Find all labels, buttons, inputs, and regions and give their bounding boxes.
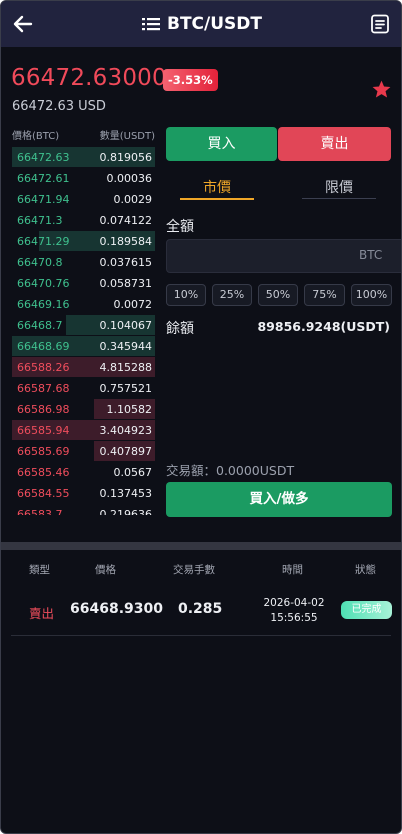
document-icon[interactable] [369,13,391,35]
sell-order-price: 66586.98 [17,403,70,416]
last-price: 66472.63000 [11,65,167,91]
sell-order-qty: 1.10582 [106,403,153,416]
history-price: 66468.9300 [70,601,163,617]
buy-order-row[interactable]: 66468.69 0.345944 [12,336,155,357]
history-header-time: 時間 [282,564,303,576]
history-lots: 0.285 [178,601,223,617]
history-date: 2026-04-02 [263,597,325,609]
sell-order-price: 66587.68 [17,382,70,395]
tab-market[interactable]: 市價 [180,177,254,197]
buy-order-price: 66472.61 [17,172,70,185]
amount-label: 全額 [166,219,194,235]
buy-order-qty: 0.074122 [99,214,153,227]
buy-order-qty: 0.0072 [113,298,153,311]
buy-order-row[interactable]: 66471.3 0.074122 [12,210,155,231]
buy-order-qty: 0.00036 [106,172,153,185]
history-row[interactable]: 賣出 66468.9300 0.285 2026-04-02 15:56:55 … [1,589,401,635]
buy-order-qty: 0.0029 [113,193,153,206]
sell-order-row[interactable]: 66585.69 0.407897 [12,441,155,462]
buy-order-row[interactable]: 66469.16 0.0072 [12,294,155,315]
buy-order-price: 66470.76 [17,277,70,290]
buy-order-row[interactable]: 66470.8 0.037615 [12,252,155,273]
buy-order-price: 66468.7 [17,319,63,332]
orderbook: 66472.63 0.819056 66472.61 0.00036 66471.94 0… [12,147,155,515]
percent-button-50[interactable]: 50% [258,284,298,306]
history-header-price: 價格 [95,564,116,576]
sell-order-price: 66583.7 [17,508,63,515]
buy-order-price: 66469.16 [17,298,70,311]
buy-order-qty: 0.189584 [99,235,153,248]
top-bar: BTC/USDT [1,1,401,47]
status-badge: 已完成 [341,601,392,619]
buy-order-qty: 0.058731 [99,277,153,290]
sell-order-qty: 3.404923 [99,424,153,437]
change-badge: -3.53% [163,69,218,91]
percent-button-75[interactable]: 75% [304,284,345,306]
sell-order-price: 66584.55 [17,487,70,500]
buy-order-price: 66470.8 [17,256,63,269]
sell-order-row[interactable]: 66585.46 0.0567 [12,462,155,483]
sell-order-row[interactable]: 66585.94 3.404923 [12,420,155,441]
usd-price: 66472.63 USD [12,99,106,114]
history-row-divider [11,635,391,636]
balance-value: 89856.9248(USDT) [257,319,390,334]
buy-order-row[interactable]: 66468.7 0.104067 [12,315,155,336]
tab-market-underline [180,198,254,200]
percent-button-10[interactable]: 10% [166,284,206,306]
sell-order-row[interactable]: 66583.7 0.219636 [12,504,155,515]
buy-order-row[interactable]: 66471.94 0.0029 [12,189,155,210]
buy-order-qty: 0.037615 [99,256,153,269]
pair-title[interactable]: BTC/USDT [1,1,401,47]
history-type: 賣出 [29,606,55,621]
buy-order-price: 66471.94 [17,193,70,206]
sell-tab-button[interactable]: 賣出 [278,127,391,161]
buy-order-row[interactable]: 66471.29 0.189584 [12,231,155,252]
submit-order-button[interactable]: 買入/做多 [166,482,392,517]
percent-button-25[interactable]: 25% [212,284,252,306]
buy-order-row[interactable]: 66472.63 0.819056 [12,147,155,168]
sell-order-price: 66588.26 [17,361,70,374]
star-icon[interactable] [371,79,392,100]
balance-label: 餘額 [166,321,194,337]
sell-order-price: 66585.46 [17,466,70,479]
sell-order-qty: 0.407897 [99,445,153,458]
history-header-status: 狀態 [355,564,376,576]
trade-amount: 交易額：0.0000USDT [166,463,295,478]
orderbook-qty-header: 數量(USDT) [99,131,155,142]
history-time: 15:56:55 [270,612,318,624]
sell-order-qty: 4.815288 [99,361,153,374]
buy-order-qty: 0.104067 [99,319,153,332]
buy-order-price: 66468.69 [17,340,70,353]
buy-order-price: 66471.29 [17,235,70,248]
sell-order-row[interactable]: 66586.98 1.10582 [12,399,155,420]
sell-order-price: 66585.69 [17,445,70,458]
sell-order-qty: 0.137453 [99,487,153,500]
buy-order-qty: 0.819056 [99,151,153,164]
sell-order-row[interactable]: 66588.26 4.815288 [12,357,155,378]
buy-order-qty: 0.345944 [99,340,153,353]
sell-order-row[interactable]: 66587.68 0.757521 [12,378,155,399]
page-title: BTC/USDT [167,14,262,34]
buy-order-price: 66472.63 [17,151,70,164]
buy-order-row[interactable]: 66472.61 0.00036 [12,168,155,189]
amount-unit: BTC [359,248,383,262]
list-icon [142,18,160,31]
sell-order-qty: 0.219636 [99,508,153,515]
section-divider [1,542,401,550]
tab-limit-underline [302,198,376,199]
buy-order-row[interactable]: 66470.76 0.058731 [12,273,155,294]
sell-order-price: 66585.94 [17,424,70,437]
sell-order-row[interactable]: 66584.55 0.137453 [12,483,155,504]
sell-order-qty: 0.0567 [113,466,153,479]
buy-tab-button[interactable]: 買入 [166,127,277,161]
history-header-type: 類型 [29,564,50,576]
sell-order-qty: 0.757521 [99,382,153,395]
percent-button-100[interactable]: 100% [351,284,392,306]
orderbook-price-header: 價格(BTC) [12,131,60,142]
buy-order-price: 66471.3 [17,214,63,227]
history-header-lots: 交易手數 [173,564,215,576]
app-screen: BTC/USDT 66472.63000 -3.53% 66472.63 USD… [0,0,402,834]
tab-limit[interactable]: 限價 [302,177,376,197]
